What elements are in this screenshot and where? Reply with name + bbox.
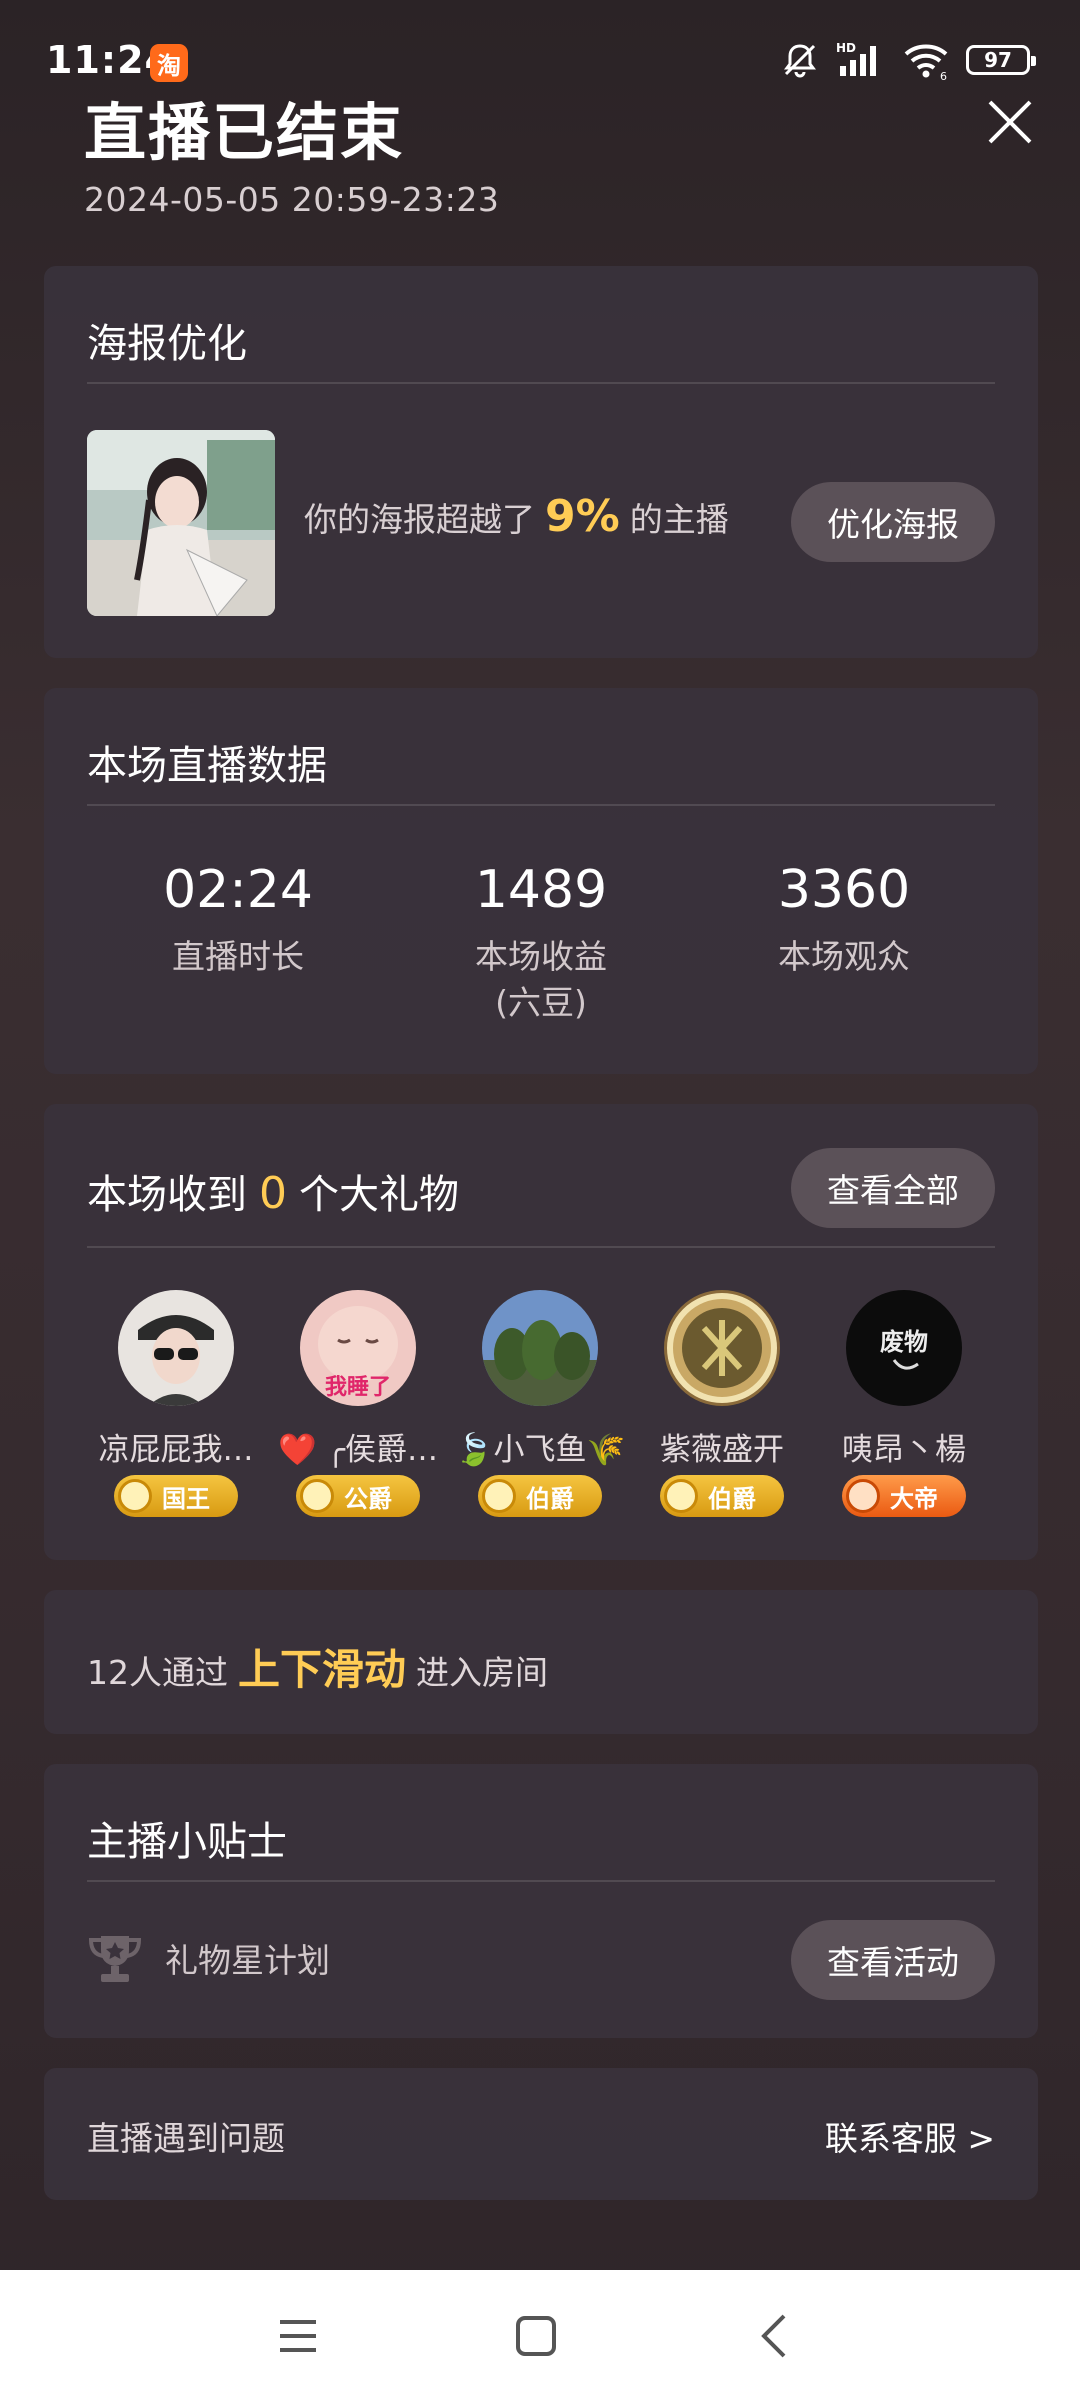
stat-label: 本场收益 (六豆)	[391, 934, 691, 1026]
rank-label: 国王	[162, 1484, 210, 1513]
battery-level: 97	[984, 48, 1012, 72]
stat-label: 本场观众	[778, 937, 910, 976]
divider	[87, 1246, 995, 1248]
rank-label: 伯爵	[708, 1484, 756, 1513]
rank-badge: 公爵	[296, 1475, 420, 1517]
poster-image	[87, 430, 275, 616]
avatar-caption: 我睡了	[325, 1375, 391, 1400]
trophy-icon	[88, 1936, 142, 1982]
rank-badge: 大帝	[842, 1475, 966, 1517]
avatar	[482, 1290, 598, 1406]
stat-value: 02:24	[163, 860, 313, 920]
avatar-caption: 废物	[880, 1327, 928, 1356]
stat-earnings: 1489 本场收益 (六豆)	[391, 860, 691, 1026]
host-tips-title: 主播小贴士	[87, 1819, 287, 1865]
divider	[87, 1880, 995, 1882]
avatar	[118, 1290, 234, 1406]
home-icon[interactable]	[508, 2308, 564, 2364]
host-tips-card: 主播小贴士 礼物星计划 查看活动	[44, 1764, 1038, 2038]
rank-badge: 伯爵	[660, 1475, 784, 1517]
signal-icon: HD	[836, 41, 876, 76]
gifter-name: 凉屁屁我…	[98, 1432, 254, 1468]
poster-text-before: 你的海报超越了	[304, 500, 535, 539]
slide-entry-card: 12人通过 上下滑动 进入房间	[44, 1590, 1038, 1734]
wifi-sub-label: 6	[940, 70, 947, 80]
rank-badge: 国王	[114, 1475, 238, 1517]
poster-card-title: 海报优化	[87, 321, 247, 367]
gifter-name: 紫薇盛开	[660, 1432, 784, 1468]
status-icons: HD 6 97	[780, 40, 1036, 80]
slide-highlight: 上下滑动	[238, 1645, 407, 1694]
gifter-name: ❤️ ╭侯爵…	[277, 1432, 439, 1468]
gifter-item[interactable]: 🍃小飞鱼🌾 伯爵	[450, 1290, 630, 1517]
view-all-button[interactable]: 查看全部	[791, 1148, 995, 1228]
view-activity-button[interactable]: 查看活动	[791, 1920, 995, 2000]
stat-label-main: 本场收益	[475, 937, 607, 976]
crown-coin-icon	[482, 1479, 516, 1513]
slide-entry-text: 12人通过 上下滑动 进入房间	[87, 1636, 548, 1697]
gifter-item[interactable]: 废物 咦昂丶楊 大帝	[814, 1290, 994, 1517]
back-icon[interactable]	[748, 2308, 804, 2364]
rank-label: 大帝	[890, 1484, 938, 1513]
live-stats-title: 本场直播数据	[87, 743, 327, 789]
stat-label-unit: (六豆)	[495, 983, 587, 1022]
poster-text-after: 的主播	[629, 500, 729, 539]
emperor-shield-icon	[846, 1479, 880, 1513]
big-gifts-title: 本场收到 0 个大礼物	[87, 1162, 459, 1220]
wifi-icon: 6	[904, 44, 948, 80]
system-nav-bar	[0, 2270, 1080, 2400]
problem-label: 直播遇到问题	[87, 2119, 285, 2158]
crown-coin-icon	[664, 1479, 698, 1513]
page-title: 直播已结束	[84, 96, 405, 169]
stat-audience: 3360 本场观众	[694, 860, 994, 980]
gifter-item[interactable]: 我睡了 ❤️ ╭侯爵… 公爵	[268, 1290, 448, 1517]
taobao-app-icon: 淘	[150, 44, 188, 82]
big-gifts-card: 本场收到 0 个大礼物 查看全部 凉屁屁我… 国王 我睡了 ❤️ ╭侯爵… 公爵…	[44, 1104, 1038, 1560]
poster-thumbnail[interactable]	[87, 430, 275, 616]
poster-card: 海报优化 你的海报超越了 9% 的主播 优化海报	[44, 266, 1038, 658]
crown-coin-icon	[118, 1479, 152, 1513]
tip-item: 礼物星计划	[87, 1932, 330, 1984]
stat-duration: 02:24 直播时长	[88, 860, 388, 980]
poster-percent: 9%	[545, 491, 620, 542]
contact-support-link[interactable]: 联系客服 >	[825, 2112, 995, 2160]
menu-icon[interactable]	[270, 2308, 326, 2364]
divider	[87, 804, 995, 806]
live-time-range: 2024-05-05 20:59-23:23	[84, 180, 500, 219]
close-icon[interactable]	[980, 92, 1040, 152]
stat-value: 3360	[777, 860, 911, 920]
problem-card: 直播遇到问题 联系客服 >	[44, 2068, 1038, 2200]
hd-label: HD	[836, 41, 856, 55]
gifter-item[interactable]: 凉屁屁我… 国王	[86, 1290, 266, 1517]
slide-prefix: 12人通过	[87, 1653, 228, 1692]
live-stats-card: 本场直播数据 02:24 直播时长 1489 本场收益 (六豆) 3360 本场…	[44, 688, 1038, 1074]
gifter-name: 咦昂丶楊	[842, 1432, 966, 1468]
rank-badge: 伯爵	[478, 1475, 602, 1517]
stat-label: 直播时长	[172, 937, 304, 976]
avatar	[664, 1290, 780, 1406]
tip-item-label: 礼物星计划	[165, 1941, 330, 1980]
gifter-name: 🍃小飞鱼🌾	[454, 1432, 626, 1468]
poster-rank-text: 你的海报超越了 9% 的主播	[304, 491, 729, 542]
bell-muted-icon	[784, 44, 816, 78]
battery-icon: 97	[966, 45, 1036, 75]
gifts-count: 0	[259, 1168, 287, 1219]
slide-suffix: 进入房间	[416, 1653, 549, 1692]
optimize-poster-button[interactable]: 优化海报	[791, 482, 995, 562]
stat-value: 1489	[474, 860, 608, 920]
divider	[87, 382, 995, 384]
rank-label: 伯爵	[526, 1484, 574, 1513]
avatar: 我睡了	[300, 1290, 416, 1406]
gifter-item[interactable]: 紫薇盛开 伯爵	[632, 1290, 812, 1517]
rank-label: 公爵	[344, 1484, 392, 1513]
crown-coin-icon	[300, 1479, 334, 1513]
gifts-title-after: 个大礼物	[299, 1172, 459, 1218]
avatar: 废物	[846, 1290, 962, 1406]
gifts-title-before: 本场收到	[87, 1172, 247, 1218]
